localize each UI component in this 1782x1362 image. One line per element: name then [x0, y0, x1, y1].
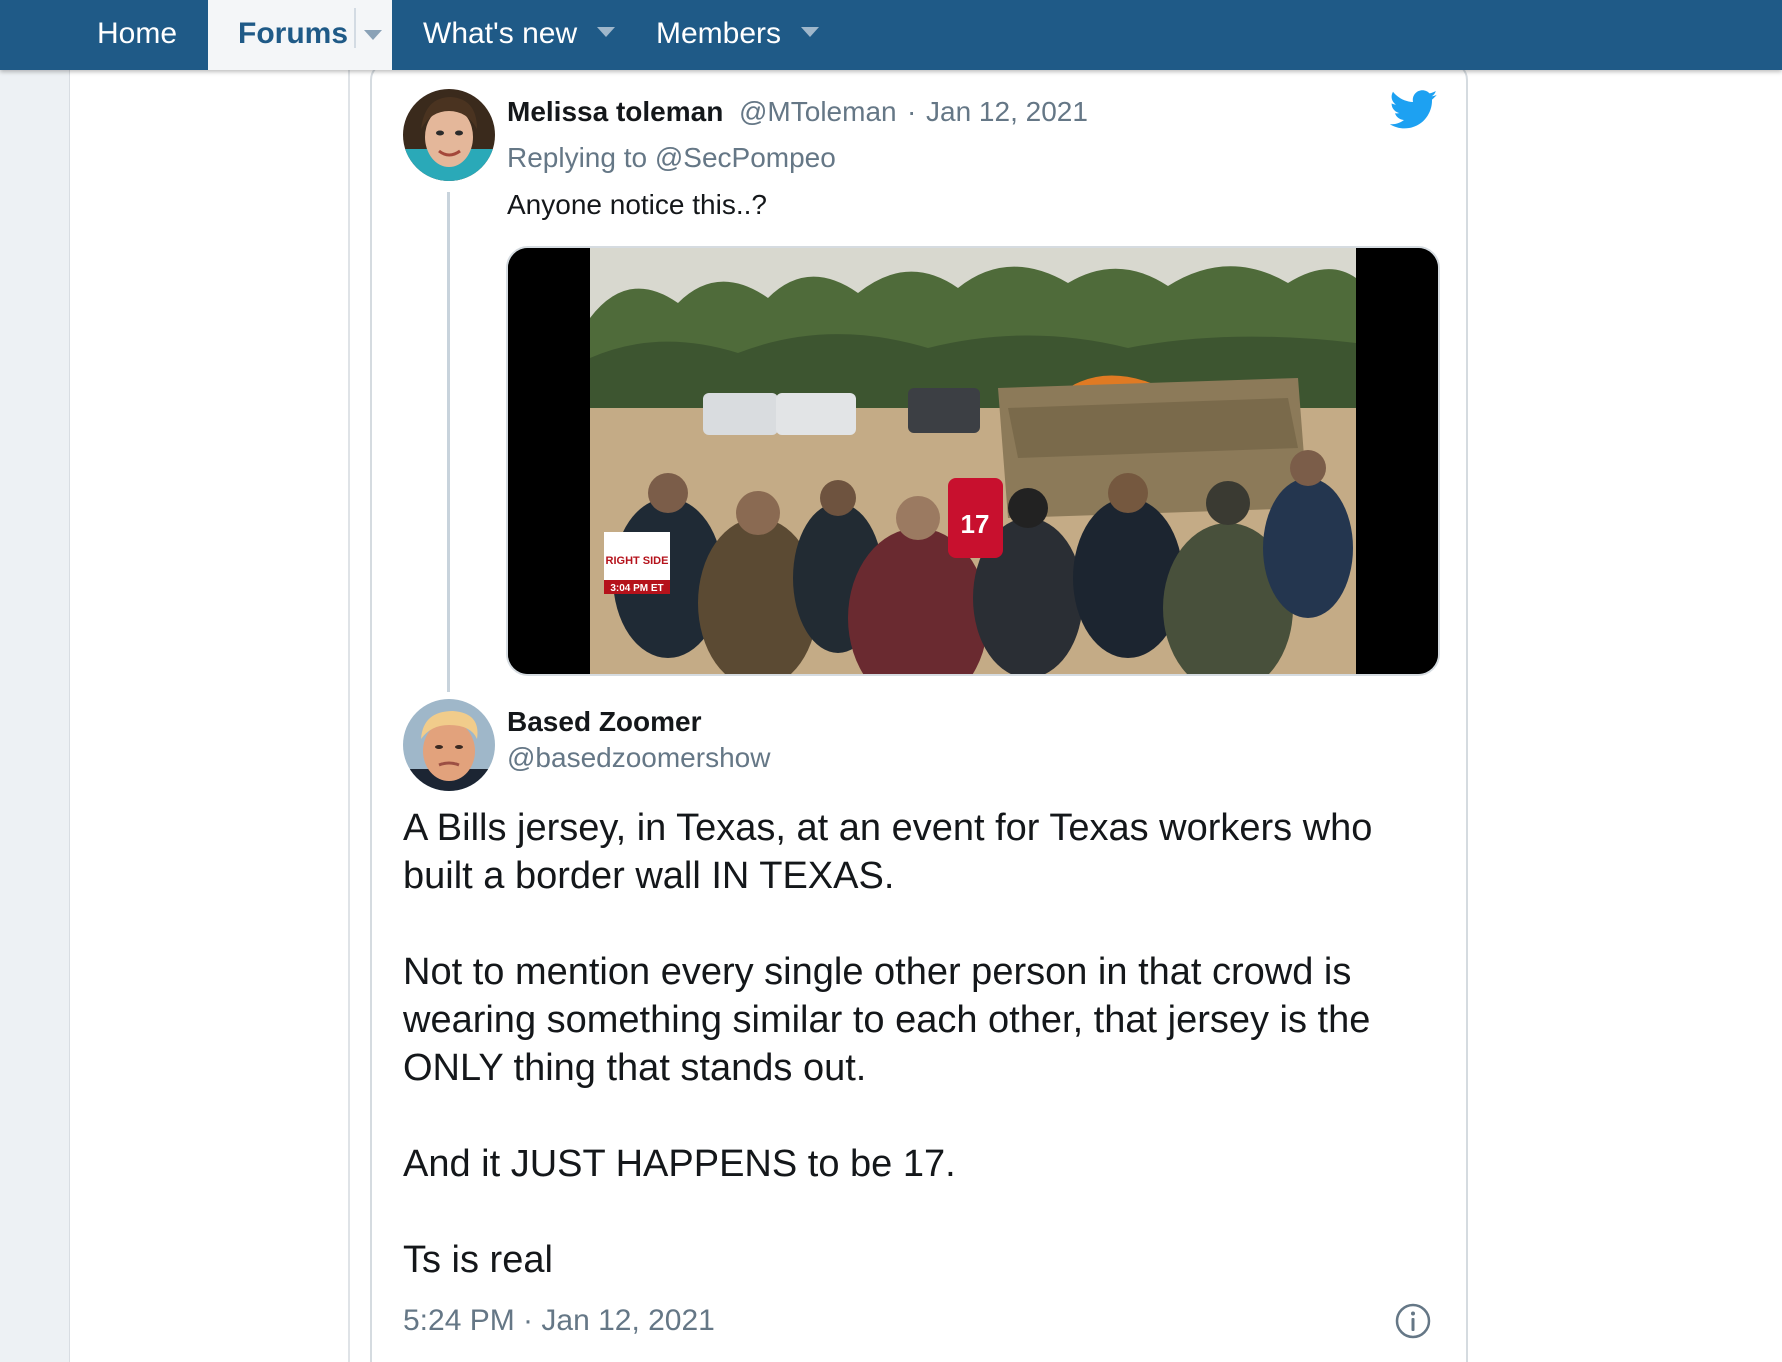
broadcast-time: 3:04 PM ET [610, 583, 663, 594]
nav-members[interactable]: Members [656, 0, 820, 70]
tweet-timestamp[interactable]: 5:24 PM · Jan 12, 2021 [403, 1304, 715, 1338]
author-name[interactable]: Melissa toleman [507, 96, 723, 128]
video-still: 17 RIGHT SIDE 3:04 PM ET [508, 248, 1438, 674]
tweet-date[interactable]: Jan 12, 2021 [926, 96, 1088, 128]
jersey-number: 17 [961, 509, 990, 539]
tweet-video[interactable]: 17 RIGHT SIDE 3:04 PM ET [506, 246, 1440, 676]
tweet-text: Anyone notice this..? [507, 189, 767, 220]
twitter-bird-icon[interactable] [1390, 90, 1438, 130]
tweet-paragraph: Not to mention every single other person… [403, 951, 1371, 1089]
chevron-down-icon[interactable] [801, 27, 820, 38]
channel-logo-text: RIGHT SIDE [606, 555, 669, 567]
avatar[interactable] [403, 89, 495, 181]
nav-divider [354, 8, 356, 48]
author-handle[interactable]: @basedzoomershow [507, 742, 770, 774]
post-user-panel [70, 70, 350, 1362]
nav-home-label: Home [97, 17, 178, 50]
nav-forums-label: Forums [238, 17, 349, 50]
avatar-image [403, 699, 495, 791]
chevron-down-icon[interactable] [597, 27, 616, 38]
nav-whats-new-label: What's new [423, 17, 578, 50]
top-navigation: Home Forums What's new Members [0, 0, 1782, 70]
chevron-down-icon[interactable] [364, 30, 382, 40]
tweet-paragraph: A Bills jersey, in Texas, at an event fo… [403, 807, 1373, 897]
replying-to[interactable]: Replying to @SecPompeo [507, 142, 836, 174]
avatar-image [403, 89, 495, 181]
nav-whats-new[interactable]: What's new [423, 0, 616, 70]
author-handle[interactable]: @MToleman [739, 96, 897, 128]
author-name[interactable]: Based Zoomer [507, 706, 702, 738]
forum-page: Home Forums What's new Members Melissa t… [0, 0, 1782, 1362]
tweet-paragraph: Ts is real [403, 1239, 553, 1281]
page-gutter [0, 70, 70, 1362]
nav-home[interactable]: Home [97, 0, 177, 70]
nav-members-label: Members [656, 17, 782, 50]
tweet-body: A Bills jersey, in Texas, at an event fo… [403, 804, 1433, 1332]
embedded-tweet[interactable]: Melissa toleman @MToleman · Jan 12, 2021… [370, 62, 1468, 1362]
meta-separator: · [907, 96, 917, 127]
avatar[interactable] [403, 699, 495, 791]
tweet-paragraph: And it JUST HAPPENS to be 17. [403, 1143, 956, 1185]
thread-connector [447, 192, 450, 692]
info-icon[interactable] [1394, 1302, 1432, 1340]
nav-forums[interactable]: Forums [208, 0, 392, 70]
